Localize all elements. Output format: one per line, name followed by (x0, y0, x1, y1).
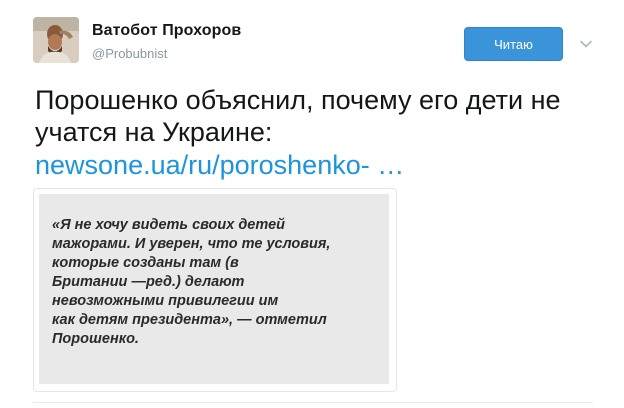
divider (33, 402, 593, 403)
media-card[interactable]: «Я не хочу видеть своих детей мажорами. … (33, 188, 397, 392)
quote-text: «Я не хочу видеть своих детей мажорами. … (52, 217, 331, 347)
follow-button[interactable]: Читаю (464, 27, 563, 61)
user-handle[interactable]: @Probubnist (92, 46, 167, 61)
display-name[interactable]: Ватобот Прохоров (92, 22, 241, 40)
chevron-down-icon[interactable] (578, 36, 594, 52)
avatar[interactable] (33, 17, 79, 63)
tweet-text: Порошенко объяснил, почему его дети не у… (35, 85, 561, 147)
quote-image: «Я не хочу видеть своих детей мажорами. … (39, 194, 389, 384)
tweet-link[interactable]: newsone.ua/ru/poroshenko- … (35, 149, 404, 181)
avatar-image (33, 17, 79, 63)
